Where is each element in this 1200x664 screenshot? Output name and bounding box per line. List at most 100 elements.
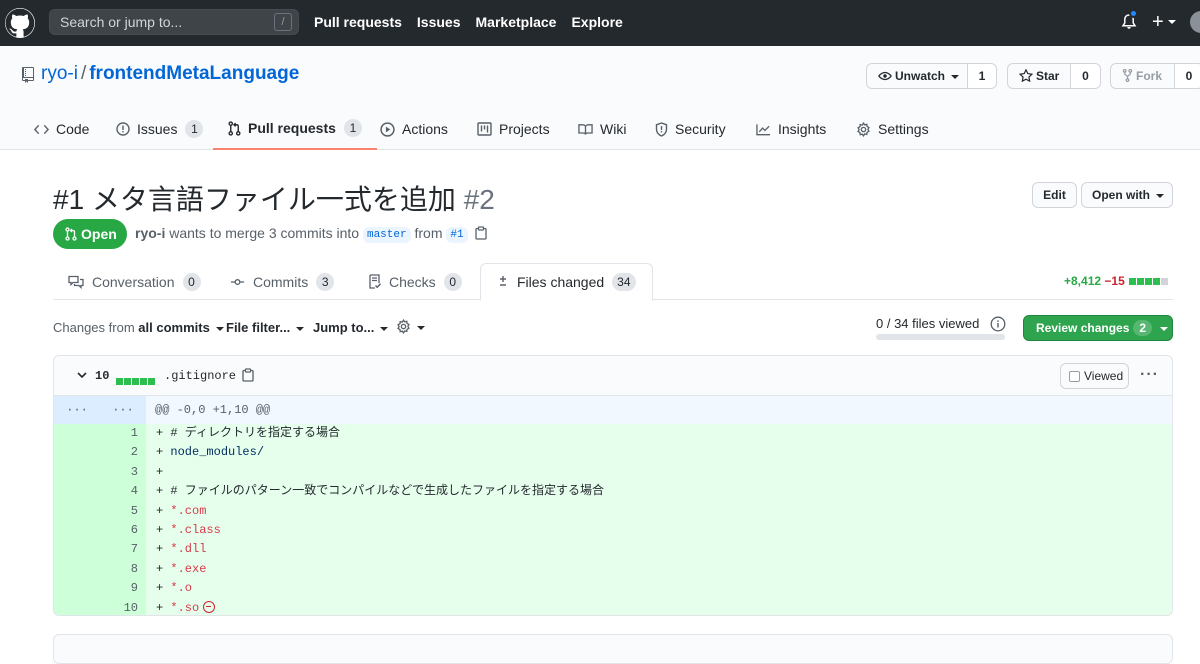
fork-button[interactable]: Fork [1110, 63, 1175, 89]
unwatch-caret-icon [951, 74, 960, 79]
new-line-number[interactable]: 5 [100, 501, 146, 521]
star-count[interactable]: 0 [1070, 63, 1101, 89]
new-line-number[interactable]: 8 [100, 559, 146, 580]
tab-actions[interactable]: Actions [380, 108, 448, 150]
fork-count[interactable]: 0 [1174, 63, 1200, 89]
jump-to-select[interactable]: Jump to... [313, 320, 389, 335]
tab-pull-requests-label: Pull requests [248, 120, 336, 136]
open-with-caret-icon [1156, 193, 1164, 198]
create-new-icon[interactable]: + [1152, 11, 1164, 34]
diff-line-code: + *.o [146, 579, 1172, 599]
github-logo-icon[interactable] [5, 8, 35, 38]
pr-state-badge: Open [53, 219, 127, 249]
changes-from-select[interactable]: Changes from all commits [53, 320, 224, 335]
tab-commits-label: Commits [253, 273, 309, 290]
file-lines-changed: 10 [95, 369, 110, 383]
diff-line-code: + [146, 462, 1172, 483]
copy-path-icon[interactable] [242, 368, 254, 385]
diff-line-text: *.class [170, 523, 221, 537]
diff-line-sign: + [156, 561, 164, 576]
nav-issues[interactable]: Issues [417, 14, 461, 30]
diffstat-block [1161, 278, 1169, 285]
head-branch[interactable]: #1 [446, 227, 468, 243]
review-changes-button[interactable]: Review changes 2 [1023, 315, 1173, 341]
old-line-number[interactable] [54, 462, 100, 483]
diff-settings-caret-icon [417, 325, 425, 330]
diff-line-code: + # ディレクトリを指定する場合 [146, 424, 1172, 444]
new-line-number[interactable]: 3 [100, 462, 146, 483]
watch-count[interactable]: 1 [967, 63, 997, 89]
tab-issues[interactable]: Issues 1 [116, 108, 204, 150]
old-line-number[interactable] [54, 443, 100, 463]
edit-title-button[interactable]: Edit [1032, 182, 1077, 208]
jump-to-label: Jump to... [313, 320, 375, 335]
diff-line: 9 + *.o [54, 579, 1172, 599]
tab-security[interactable]: Security [655, 108, 726, 150]
tab-conversation[interactable]: Conversation 0 [68, 263, 201, 300]
new-line-number[interactable]: 9 [100, 579, 146, 599]
diff-line: 6 + *.class [54, 521, 1172, 541]
diff-line-code: + *.class [146, 521, 1172, 541]
old-line-number[interactable] [54, 559, 100, 580]
tab-projects[interactable]: Projects [477, 108, 550, 150]
tab-commits[interactable]: Commits 3 [230, 263, 335, 300]
notifications-bell-icon[interactable] [1121, 9, 1138, 34]
tab-pull-requests[interactable]: Pull requests 1 [213, 108, 377, 150]
hunk-header: ··· ··· @@ -0,0 +1,10 @@ [54, 396, 1172, 424]
viewed-checkbox[interactable]: Viewed [1060, 363, 1129, 389]
old-line-number[interactable] [54, 501, 100, 521]
file-options-kebab-icon[interactable]: ··· [1140, 366, 1159, 384]
new-line-number[interactable]: 4 [100, 482, 146, 502]
graph-icon [756, 123, 771, 135]
diff-line-sign: + [156, 445, 164, 460]
base-branch[interactable]: master [362, 227, 411, 243]
tab-insights[interactable]: Insights [756, 108, 826, 150]
repo-name-link[interactable]: frontendMetaLanguage [89, 63, 299, 84]
tab-checks[interactable]: Checks 0 [368, 263, 462, 300]
file-filter-select[interactable]: File filter... [226, 320, 305, 335]
old-line-number[interactable] [54, 482, 100, 502]
repo-nav: Code Issues 1 Pull requests 1 Actions Proj… [0, 108, 1200, 150]
nav-marketplace[interactable]: Marketplace [476, 14, 557, 30]
new-line-number[interactable]: 6 [100, 521, 146, 541]
old-line-number[interactable] [54, 598, 100, 615]
copy-branch-icon[interactable] [475, 226, 488, 240]
expand-down-button[interactable]: ··· [100, 396, 146, 424]
diffstat-block [1137, 278, 1145, 285]
collapse-chevron-icon[interactable] [76, 368, 88, 384]
create-new-caret-icon[interactable] [1168, 20, 1176, 24]
star-icon [1018, 68, 1034, 83]
tab-code[interactable]: Code [34, 108, 89, 150]
nav-explore[interactable]: Explore [571, 14, 622, 30]
repo-owner-link[interactable]: ryo-i [41, 63, 78, 84]
old-line-number[interactable] [54, 521, 100, 541]
new-line-number[interactable]: 1 [100, 424, 146, 444]
user-avatar[interactable] [1190, 11, 1200, 33]
nav-pull-requests[interactable]: Pull requests [314, 14, 402, 30]
open-with-button[interactable]: Open with [1081, 182, 1173, 208]
unwatch-button[interactable]: Unwatch [866, 63, 968, 89]
file-name-link[interactable]: .gitignore [164, 369, 236, 383]
play-icon [380, 121, 395, 137]
new-line-number[interactable]: 10 [100, 598, 146, 615]
tab-settings[interactable]: Settings [856, 108, 929, 150]
tab-wiki[interactable]: Wiki [578, 108, 626, 150]
tab-files-changed[interactable]: Files changed 34 [480, 263, 653, 301]
tab-checks-count: 0 [443, 272, 462, 291]
tab-commits-count: 3 [316, 272, 335, 291]
new-line-number[interactable]: 2 [100, 443, 146, 463]
star-label: Star [1036, 69, 1060, 83]
old-line-number[interactable] [54, 540, 100, 560]
pr-author-link[interactable]: ryo-i [135, 225, 165, 241]
diff-settings-button[interactable] [396, 318, 425, 335]
diff-line: 2 + node_modules/ [54, 443, 1172, 463]
new-line-number[interactable]: 7 [100, 540, 146, 560]
repo-header: ryo-i / frontendMetaLanguage Unwatch 1 Sta… [0, 46, 1200, 150]
git-pull-request-icon [65, 227, 77, 241]
old-line-number[interactable] [54, 424, 100, 444]
expand-up-button[interactable]: ··· [54, 396, 100, 424]
info-icon[interactable] [990, 316, 1006, 335]
old-line-number[interactable] [54, 579, 100, 599]
star-button[interactable]: Star [1007, 63, 1071, 89]
search-input[interactable]: Search or jump to... / [49, 9, 299, 35]
